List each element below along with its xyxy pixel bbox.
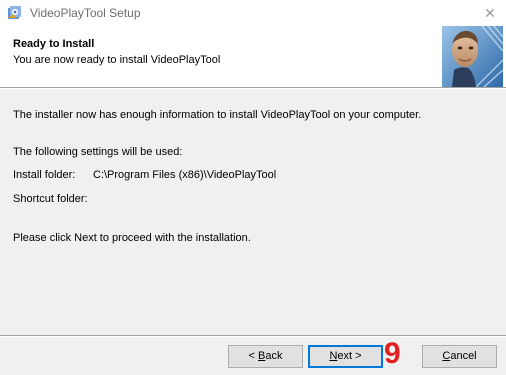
back-label-rest: ack <box>265 350 283 362</box>
back-button[interactable]: < Back <box>228 345 303 368</box>
back-prefix: < <box>248 350 258 362</box>
settings-heading: The following settings will be used: <box>13 146 183 158</box>
wizard-footer: < Back Next > 9 Cancel <box>0 337 506 375</box>
proceed-text: Please click Next to proceed with the in… <box>13 232 251 244</box>
step-number-badge: 9 <box>384 337 401 370</box>
window-title: VideoPlayTool Setup <box>30 6 141 20</box>
close-icon: ✕ <box>484 5 496 21</box>
next-button[interactable]: Next > <box>308 345 383 368</box>
title-bar: VideoPlayTool Setup ✕ <box>0 0 506 26</box>
next-label-rest: ext > <box>337 350 362 362</box>
install-folder-row: Install folder: C:\Program Files (x86)\V… <box>13 169 276 181</box>
page-subtitle: You are now ready to install VideoPlayTo… <box>13 54 221 66</box>
info-text: The installer now has enough information… <box>13 109 422 121</box>
page-title: Ready to Install <box>13 38 95 50</box>
install-folder-value: C:\Program Files (x86)\VideoPlayTool <box>93 169 277 181</box>
installer-icon <box>8 6 21 19</box>
wizard-header: Ready to Install You are now ready to in… <box>0 26 506 87</box>
shortcut-folder-label: Shortcut folder: <box>13 193 88 205</box>
close-button[interactable]: ✕ <box>478 3 502 23</box>
cancel-button[interactable]: Cancel <box>422 345 497 368</box>
wizard-content: The installer now has enough information… <box>0 89 506 335</box>
installer-banner-image <box>442 26 503 87</box>
cancel-label-rest: ancel <box>450 350 477 362</box>
install-folder-label: Install folder: <box>13 169 76 181</box>
